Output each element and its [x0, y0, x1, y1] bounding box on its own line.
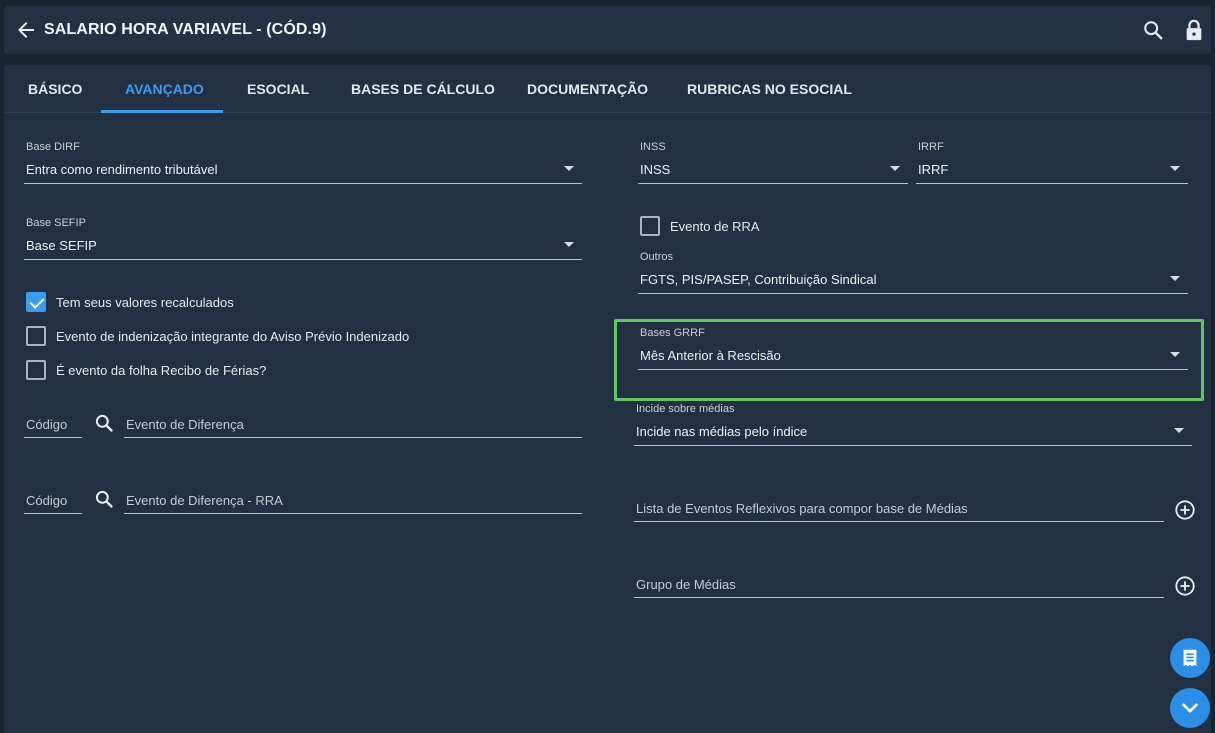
- evento-placeholder: Evento de Diferença - RRA: [126, 493, 283, 508]
- base-dirf-value: Entra como rendimento tributável: [26, 162, 218, 177]
- highlight-box: [614, 319, 1204, 401]
- grupo-medias-placeholder: Grupo de Médias: [636, 577, 736, 592]
- grupo-medias-input[interactable]: Grupo de Médias: [634, 564, 1164, 598]
- check-label: Tem seus valores recalculados: [56, 294, 234, 310]
- receipt-icon: [1183, 649, 1197, 667]
- tab-rubricas-no-esocial[interactable]: RUBRICAS NO ESOCIAL: [687, 81, 852, 97]
- check-evento-rra[interactable]: Evento de RRA: [640, 216, 760, 236]
- search-icon[interactable]: [94, 489, 114, 509]
- chevron-down-icon: [1174, 428, 1184, 433]
- page-title: SALARIO HORA VARIAVEL - (CÓD.9): [44, 21, 327, 38]
- tab-bases-de-calculo[interactable]: BASES DE CÁLCULO: [351, 81, 495, 97]
- tab-documentacao[interactable]: DOCUMENTAÇÃO: [527, 81, 648, 97]
- chevron-down-icon: [890, 166, 900, 171]
- inss-value: INSS: [640, 162, 671, 177]
- chevron-down-icon: [1182, 703, 1198, 713]
- base-sefip-value: Base SEFIP: [26, 238, 97, 253]
- base-dirf-label: Base DIRF: [26, 141, 80, 153]
- check-label: Evento de RRA: [670, 218, 760, 234]
- check-label: É evento da folha Recibo de Férias?: [56, 362, 267, 378]
- check-recalculados[interactable]: Tem seus valores recalculados: [26, 292, 234, 312]
- chevron-down-icon: [1170, 276, 1180, 281]
- notes-fab-button[interactable]: [1170, 638, 1210, 678]
- outros-label: Outros: [640, 251, 674, 263]
- scroll-down-fab-button[interactable]: [1170, 688, 1210, 728]
- chevron-down-icon: [564, 166, 574, 171]
- incide-medias-select[interactable]: Incide sobre médias Incide nas médias pe…: [634, 400, 1192, 446]
- outros-value: FGTS, PIS/PASEP, Contribuição Sindical: [640, 272, 877, 287]
- incide-medias-label: Incide sobre médias: [636, 403, 735, 415]
- search-icon[interactable]: [94, 413, 114, 433]
- lista-eventos-reflexivos-input[interactable]: Lista de Eventos Reflexivos para compor …: [634, 488, 1164, 522]
- inss-label: INSS: [640, 141, 666, 153]
- tab-basico[interactable]: BÁSICO: [28, 81, 82, 97]
- checkbox-recibo-ferias[interactable]: [26, 360, 46, 380]
- codigo-diferenca-input[interactable]: Código: [24, 404, 82, 438]
- chevron-down-icon: [564, 242, 574, 247]
- checkbox-aviso-previo[interactable]: [26, 326, 46, 346]
- irrf-label: IRRF: [918, 141, 944, 153]
- codigo-placeholder: Código: [26, 493, 68, 508]
- lock-icon[interactable]: [1183, 18, 1205, 42]
- inss-select[interactable]: INSS INSS: [638, 138, 908, 184]
- codigo-placeholder: Código: [26, 417, 68, 432]
- check-label: Evento de indenização integrante do Avis…: [56, 328, 410, 344]
- tab-bar: BÁSICO AVANÇADO ESOCIAL BASES DE CÁLCULO…: [4, 65, 1211, 113]
- active-tab-indicator: [101, 110, 223, 113]
- check-recibo-ferias[interactable]: É evento da folha Recibo de Férias?: [26, 360, 266, 380]
- tab-avancado[interactable]: AVANÇADO: [125, 81, 204, 97]
- codigo-diferenca-rra-input[interactable]: Código: [24, 480, 82, 514]
- base-sefip-select[interactable]: Base SEFIP Base SEFIP: [24, 214, 582, 260]
- checkbox-evento-rra[interactable]: [640, 216, 660, 236]
- check-aviso-previo[interactable]: Evento de indenização integrante do Avis…: [26, 326, 409, 346]
- app-header: SALARIO HORA VARIAVEL - (CÓD.9): [4, 6, 1211, 54]
- add-circle-icon[interactable]: [1174, 575, 1196, 597]
- evento-placeholder: Evento de Diferença: [126, 417, 244, 432]
- evento-diferenca-input[interactable]: Evento de Diferença: [124, 404, 582, 438]
- evento-diferenca-rra-input[interactable]: Evento de Diferença - RRA: [124, 480, 582, 514]
- checkbox-recalculados[interactable]: [26, 292, 46, 312]
- tab-esocial[interactable]: ESOCIAL: [247, 81, 309, 97]
- base-sefip-label: Base SEFIP: [26, 217, 86, 229]
- arrow-back-icon[interactable]: [14, 18, 38, 42]
- irrf-select[interactable]: IRRF IRRF: [916, 138, 1188, 184]
- search-icon[interactable]: [1142, 19, 1164, 41]
- lista-eventos-placeholder: Lista de Eventos Reflexivos para compor …: [636, 501, 968, 516]
- outros-select[interactable]: Outros FGTS, PIS/PASEP, Contribuição Sin…: [638, 248, 1188, 294]
- irrf-value: IRRF: [918, 162, 949, 177]
- incide-medias-value: Incide nas médias pelo índice: [636, 424, 808, 439]
- base-dirf-select[interactable]: Base DIRF Entra como rendimento tributáv…: [24, 138, 582, 184]
- add-circle-icon[interactable]: [1174, 499, 1196, 521]
- chevron-down-icon: [1170, 166, 1180, 171]
